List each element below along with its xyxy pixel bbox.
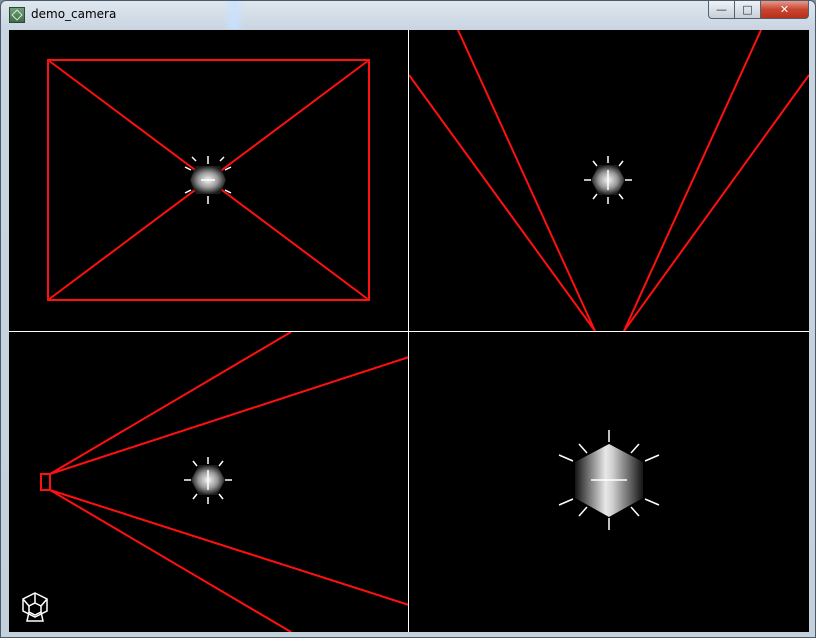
title-bar[interactable]: demo_camera — □ ✕: [1, 1, 815, 29]
window-title: demo_camera: [31, 7, 117, 21]
viewport-top[interactable]: [408, 30, 809, 332]
scene-object-camera-view: [184, 156, 232, 204]
viewport-canvas[interactable]: [9, 30, 809, 632]
viewport-perspective[interactable]: [558, 430, 660, 530]
application-window: demo_camera — □ ✕: [0, 0, 816, 638]
scene-object-top-view: [584, 156, 632, 204]
minimize-button[interactable]: —: [708, 1, 735, 19]
maximize-button[interactable]: □: [735, 1, 761, 19]
close-button[interactable]: ✕: [761, 1, 809, 19]
frustum-lines-side: [40, 331, 410, 632]
app-icon[interactable]: [9, 7, 25, 23]
close-icon: ✕: [779, 3, 790, 16]
scene-object-perspective-view: [558, 430, 660, 530]
window-controls: — □ ✕: [708, 1, 809, 21]
view-cube-icon[interactable]: [17, 590, 53, 626]
scene-object-side-view: [184, 457, 232, 504]
minimize-icon: —: [716, 3, 727, 16]
maximize-icon: □: [742, 3, 753, 16]
viewport-side[interactable]: [40, 331, 410, 632]
title-bar-glow: [223, 1, 245, 29]
viewport-camera[interactable]: [47, 59, 370, 301]
render-area[interactable]: [9, 30, 809, 632]
